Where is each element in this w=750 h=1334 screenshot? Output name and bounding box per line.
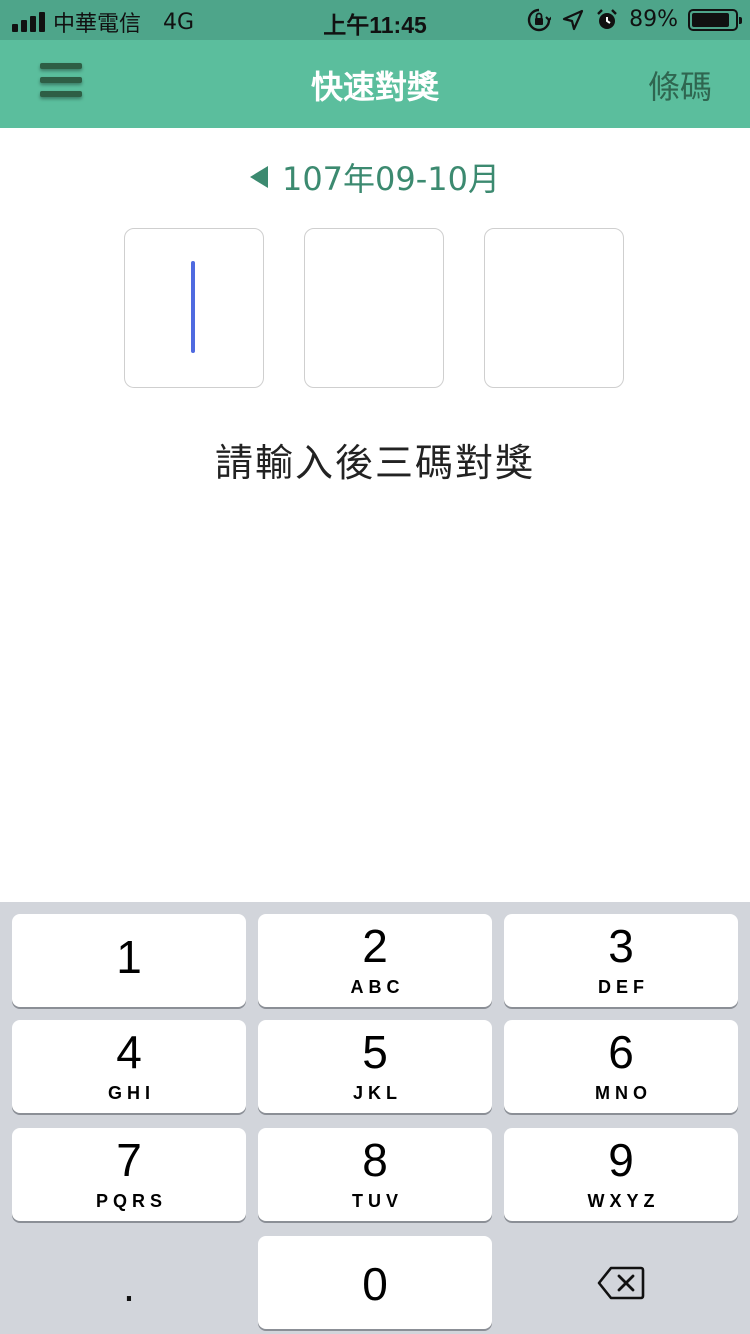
carrier-name: 中華電信	[53, 12, 142, 37]
key-0[interactable]: 0	[258, 1236, 492, 1329]
text-caret	[191, 261, 195, 353]
dot-label: .	[122, 1264, 136, 1311]
key-digit: 6	[608, 1026, 634, 1078]
hamburger-menu-icon[interactable]	[40, 60, 82, 100]
alarm-icon	[597, 8, 617, 29]
status-bar: 中華電信 4G 上午11:45 89%	[0, 0, 750, 40]
key-digit: 3	[608, 920, 634, 972]
key-6[interactable]: 6 MNO	[504, 1020, 738, 1113]
period-label: 107年09-10月	[281, 160, 501, 198]
key-letters: DEF	[598, 977, 649, 997]
network-type: 4G	[163, 9, 195, 35]
key-4[interactable]: 4 GHI	[12, 1020, 246, 1113]
key-letters: GHI	[107, 1083, 155, 1103]
status-left: 中華電信 4G	[12, 6, 194, 38]
battery-percent: 89%	[629, 7, 678, 32]
key-9[interactable]: 9 WXYZ	[504, 1128, 738, 1221]
key-letters: WXYZ	[587, 1191, 660, 1211]
key-digit: 7	[116, 1134, 142, 1186]
key-digit: 8	[362, 1134, 388, 1186]
key-digit: 4	[116, 1026, 142, 1078]
orientation-lock-icon	[527, 8, 552, 31]
digit-box-3[interactable]	[484, 228, 624, 388]
numeric-keypad: 1 2 ABC 3 DEF 4 GHI 5 JKL 6 MNO 7 PQRS 8…	[0, 902, 750, 1334]
battery-icon	[688, 8, 742, 31]
key-letters: ABC	[350, 977, 405, 997]
period-selector: 107年09-10月	[0, 154, 750, 200]
triangle-left-icon[interactable]	[249, 166, 268, 188]
key-digit: 0	[362, 1257, 388, 1310]
key-1[interactable]: 1	[12, 914, 246, 1007]
key-digit: 2	[362, 920, 388, 972]
key-dot[interactable]: .	[12, 1236, 246, 1329]
delete-key[interactable]	[504, 1236, 738, 1329]
nav-bar: 快速對獎 條碼	[0, 40, 750, 128]
key-letters: TUV	[352, 1191, 403, 1211]
key-3[interactable]: 3 DEF	[504, 914, 738, 1007]
digit-input-row	[124, 228, 624, 388]
key-digit: 9	[608, 1134, 634, 1186]
battery-level	[692, 12, 730, 27]
signal-strength-icon	[12, 12, 45, 32]
page-title: 快速對獎	[310, 68, 439, 106]
key-5[interactable]: 5 JKL	[258, 1020, 492, 1113]
key-letters: MNO	[595, 1083, 652, 1103]
key-digit: 5	[362, 1026, 388, 1078]
digit-box-2[interactable]	[304, 228, 444, 388]
key-letters: JKL	[352, 1083, 402, 1103]
backspace-icon	[597, 1266, 645, 1299]
key-2[interactable]: 2 ABC	[258, 914, 492, 1007]
key-letters: PQRS	[95, 1191, 167, 1211]
status-right: 89%	[527, 7, 742, 32]
key-8[interactable]: 8 TUV	[258, 1128, 492, 1221]
location-arrow-icon	[562, 9, 584, 30]
key-7[interactable]: 7 PQRS	[12, 1128, 246, 1221]
key-digit: 1	[116, 930, 142, 983]
instruction-text: 請輸入後三碼對獎	[214, 441, 535, 485]
barcode-button[interactable]: 條碼	[648, 62, 712, 108]
